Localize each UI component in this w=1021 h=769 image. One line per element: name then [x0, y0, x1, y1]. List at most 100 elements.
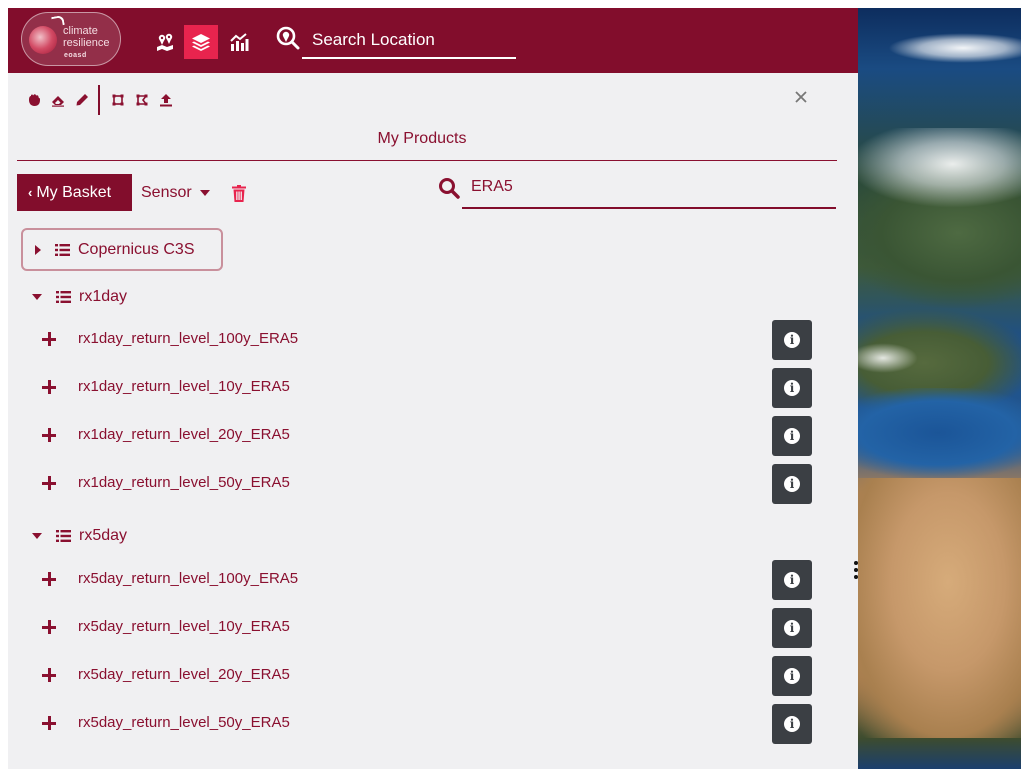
add-product-icon[interactable] [42, 716, 56, 730]
info-icon: i [784, 668, 800, 684]
search-icon [439, 178, 460, 199]
add-product-icon[interactable] [42, 668, 56, 682]
handle-dot [854, 561, 858, 565]
chevron-left-icon: ‹ [28, 185, 33, 200]
info-icon: i [784, 476, 800, 492]
map-view[interactable] [858, 8, 1021, 769]
product-item: rx1day_return_level_20y_ERA5 i [8, 416, 858, 456]
upload-button[interactable] [154, 86, 178, 114]
add-product-icon[interactable] [42, 572, 56, 586]
sensor-label: Sensor [141, 184, 192, 201]
eraser-tool-button[interactable] [46, 86, 70, 114]
panel-title: My Products [377, 130, 467, 147]
app-header: climate resilience eoasd Search Location [8, 8, 858, 73]
draw-polygon-icon [136, 94, 148, 106]
info-button[interactable]: i [772, 320, 812, 360]
product-label[interactable]: rx1day_return_level_20y_ERA5 [78, 426, 290, 443]
info-icon: i [784, 572, 800, 588]
product-item: rx1day_return_level_10y_ERA5 i [8, 368, 858, 408]
pencil-icon [76, 94, 88, 106]
map-cloud [888, 33, 1021, 63]
tree-group-label: rx1day [79, 288, 128, 305]
app-logo[interactable]: climate resilience eoasd [21, 12, 121, 66]
location-search-icon [276, 26, 300, 50]
list-icon [55, 243, 70, 256]
info-icon: i [784, 332, 800, 348]
title-divider [17, 160, 837, 161]
add-product-icon[interactable] [42, 428, 56, 442]
add-product-icon[interactable] [42, 332, 56, 346]
chart-icon [230, 33, 249, 51]
layers-button[interactable] [184, 25, 218, 59]
info-button[interactable]: i [772, 608, 812, 648]
map-pins-button[interactable] [148, 25, 182, 59]
hand-icon [29, 94, 40, 106]
logo-text-2: resilience [63, 37, 110, 49]
list-icon [56, 291, 71, 303]
close-icon [795, 91, 807, 103]
trash-icon[interactable] [232, 185, 246, 202]
add-product-icon[interactable] [42, 476, 56, 490]
product-label[interactable]: rx5day_return_level_20y_ERA5 [78, 666, 290, 683]
info-icon: i [784, 428, 800, 444]
product-search-underline [462, 207, 836, 209]
close-button[interactable] [790, 86, 812, 108]
map-pins-icon [157, 33, 173, 51]
draw-rectangle-icon [112, 94, 124, 106]
info-button[interactable]: i [772, 704, 812, 744]
product-item: rx5day_return_level_50y_ERA5 i [8, 704, 858, 744]
upload-icon [160, 94, 172, 107]
panel-resize-handle[interactable] [854, 561, 858, 579]
add-product-icon[interactable] [42, 380, 56, 394]
sensor-dropdown[interactable]: Sensor [141, 184, 210, 202]
product-search-input[interactable]: ERA5 [471, 178, 513, 196]
search-location[interactable]: Search Location [276, 24, 516, 59]
eraser-icon [52, 96, 64, 107]
info-button[interactable]: i [772, 416, 812, 456]
map-cloud [858, 343, 918, 373]
caret-down-icon [32, 533, 42, 539]
info-icon: i [784, 380, 800, 396]
info-button[interactable]: i [772, 464, 812, 504]
my-basket-button[interactable]: ‹ My Basket [17, 174, 132, 211]
product-item: rx5day_return_level_20y_ERA5 i [8, 656, 858, 696]
toolbar-divider [98, 85, 100, 115]
map-sea [858, 388, 1021, 478]
list-icon [56, 530, 71, 542]
product-search[interactable]: ERA5 [438, 173, 836, 209]
caret-down-icon [32, 294, 42, 300]
info-icon: i [784, 716, 800, 732]
product-item: rx1day_return_level_100y_ERA5 i [8, 320, 858, 360]
search-location-placeholder: Search Location [312, 30, 435, 49]
product-item: rx1day_return_level_50y_ERA5 i [8, 464, 858, 504]
tree-group-rx1day[interactable]: rx1day [32, 285, 127, 309]
my-basket-label: My Basket [36, 183, 112, 201]
pencil-tool-button[interactable] [70, 86, 94, 114]
product-label[interactable]: rx1day_return_level_100y_ERA5 [78, 330, 298, 347]
tree-group-rx5day[interactable]: rx5day [32, 524, 127, 548]
product-label[interactable]: rx1day_return_level_50y_ERA5 [78, 474, 290, 491]
tree-group-label: Copernicus C3S [78, 240, 195, 258]
side-panel: climate resilience eoasd Search Location… [8, 8, 858, 769]
pan-tool-button[interactable] [22, 86, 46, 114]
handle-dot [854, 575, 858, 579]
caret-right-icon [35, 244, 41, 255]
draw-rectangle-button[interactable] [106, 86, 130, 114]
info-icon: i [784, 620, 800, 636]
info-button[interactable]: i [772, 656, 812, 696]
product-label[interactable]: rx5day_return_level_100y_ERA5 [78, 570, 298, 587]
tree-group-label: rx5day [79, 527, 128, 544]
statistics-button[interactable] [222, 25, 256, 59]
product-label[interactable]: rx5day_return_level_50y_ERA5 [78, 714, 290, 731]
product-label[interactable]: rx5day_return_level_10y_ERA5 [78, 618, 290, 635]
add-product-icon[interactable] [42, 620, 56, 634]
product-label[interactable]: rx1day_return_level_10y_ERA5 [78, 378, 290, 395]
info-button[interactable]: i [772, 560, 812, 600]
layers-icon [192, 34, 210, 51]
draw-polygon-button[interactable] [130, 86, 154, 114]
map-cloud [858, 128, 1021, 208]
logo-text-3: eoasd [64, 52, 87, 59]
info-button[interactable]: i [772, 368, 812, 408]
product-item: rx5day_return_level_100y_ERA5 i [8, 560, 858, 600]
tree-group-copernicus-c3s[interactable]: Copernicus C3S [21, 228, 223, 271]
